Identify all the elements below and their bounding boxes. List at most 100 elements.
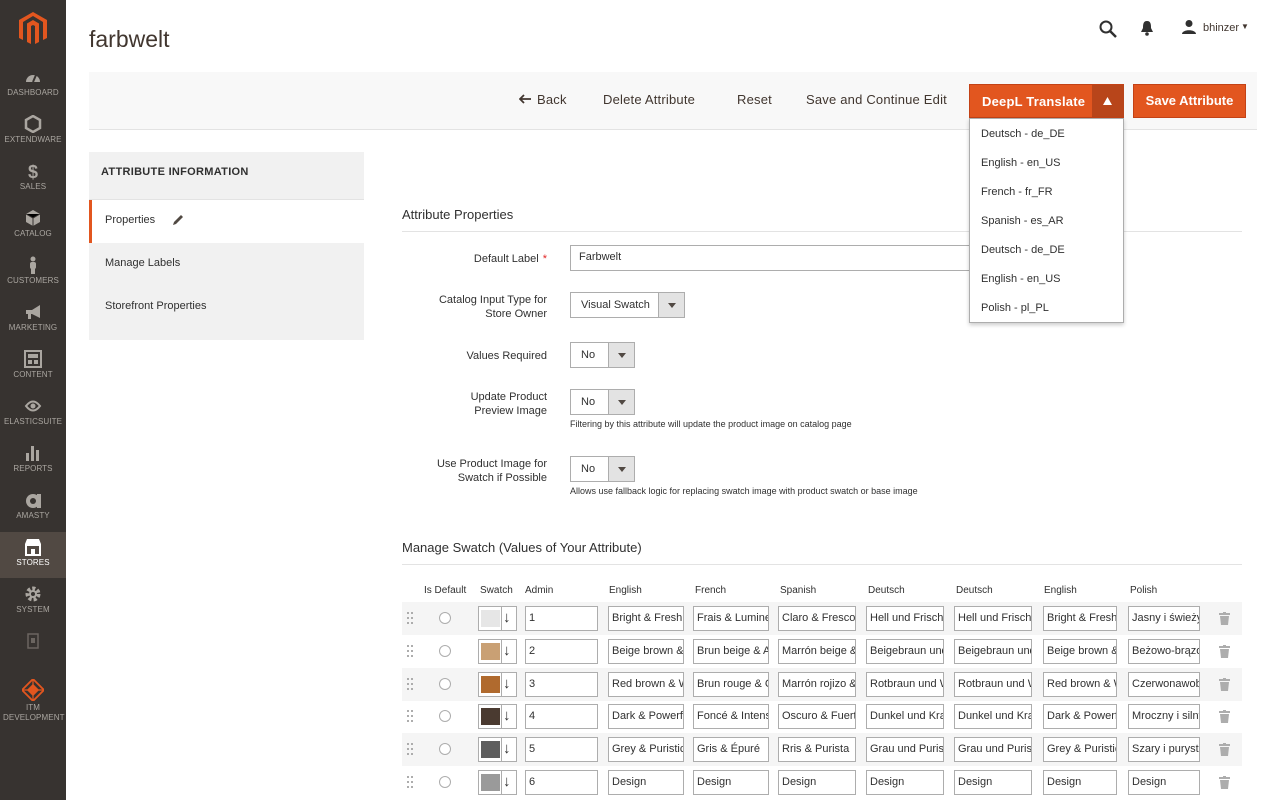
tab-manage-labels[interactable]: Manage Labels — [89, 243, 364, 286]
swatch-label-input[interactable]: Bright & Fresh — [1043, 606, 1117, 631]
nav-amasty[interactable]: Amasty — [0, 485, 66, 531]
nav-marketing[interactable]: Marketing — [0, 297, 66, 343]
swatch-label-input[interactable]: Claro & Fresco — [778, 606, 856, 631]
swatch-label-input[interactable]: Gris & Épuré — [693, 737, 769, 762]
nav-sales[interactable]: $ Sales — [0, 156, 66, 202]
tab-properties[interactable]: Properties — [89, 200, 364, 243]
swatch-label-input[interactable]: Beigebraun und — [866, 639, 944, 664]
is-default-radio[interactable] — [439, 645, 451, 657]
nav-stores[interactable]: Stores — [0, 532, 66, 578]
swatch-label-input[interactable]: Rotbraun und W — [866, 672, 944, 697]
user-name[interactable]: bhinzer — [1203, 22, 1239, 34]
swatch-label-input[interactable]: Brun rouge & C — [693, 672, 769, 697]
swatch-label-input[interactable]: Red brown & W — [608, 672, 684, 697]
menu-item-language[interactable]: English - en_US — [981, 157, 1061, 169]
swatch-label-input[interactable]: Grey & Puristic — [1043, 737, 1117, 762]
is-default-radio[interactable] — [439, 612, 451, 624]
magento-logo-icon[interactable] — [19, 12, 47, 46]
search-icon[interactable] — [1099, 20, 1117, 38]
swatch-label-input[interactable]: Design — [693, 770, 769, 795]
swatch-label-input[interactable]: Red brown & W — [1043, 672, 1117, 697]
chevron-down-icon[interactable]: ▼ — [1241, 22, 1249, 31]
swatch-label-input[interactable]: Design — [608, 770, 684, 795]
drag-handle-icon[interactable] — [407, 776, 413, 788]
menu-item-language[interactable]: French - fr_FR — [981, 186, 1053, 198]
swatch-label-input[interactable]: Dark & Powerf — [608, 704, 684, 729]
is-default-radio[interactable] — [439, 776, 451, 788]
swatch-label-input[interactable]: Marrón beige & — [778, 639, 856, 664]
swatch-label-input[interactable]: Dark & Powerf — [1043, 704, 1117, 729]
drag-handle-icon[interactable] — [407, 743, 413, 755]
swatch-label-input[interactable]: 5 — [525, 737, 598, 762]
swatch-label-input[interactable]: Dunkel und Kra — [954, 704, 1032, 729]
tab-storefront-properties[interactable]: Storefront Properties — [89, 286, 364, 329]
menu-item-language[interactable]: Deutsch - de_DE — [981, 244, 1065, 256]
swatch-picker[interactable]: ↓ — [478, 770, 517, 795]
swatch-label-input[interactable]: Design — [1043, 770, 1117, 795]
menu-item-language[interactable]: Deutsch - de_DE — [981, 128, 1065, 140]
swatch-label-input[interactable]: Czerwonawob — [1128, 672, 1200, 697]
nav-reports[interactable]: Reports — [0, 438, 66, 484]
swatch-label-input[interactable]: Marrón rojizo & — [778, 672, 856, 697]
trash-icon[interactable] — [1219, 776, 1230, 789]
update-preview-select[interactable]: No — [570, 389, 635, 415]
drag-handle-icon[interactable] — [407, 678, 413, 690]
swatch-label-input[interactable]: Foncé & Intens — [693, 704, 769, 729]
swatch-picker[interactable]: ↓ — [478, 639, 517, 664]
nav-extendware[interactable]: Extendware — [0, 109, 66, 155]
catalog-input-type-select[interactable]: Visual Swatch — [570, 292, 685, 318]
swatch-label-input[interactable]: 6 — [525, 770, 598, 795]
swatch-label-input[interactable]: Grey & Puristic — [608, 737, 684, 762]
swatch-label-input[interactable]: Beige brown & A — [608, 639, 684, 664]
back-button[interactable]: Back — [518, 92, 567, 107]
default-label-input[interactable]: Farbwelt — [570, 245, 980, 271]
reset-button[interactable]: Reset — [737, 92, 772, 107]
swatch-label-input[interactable]: Hell und Frisch — [954, 606, 1032, 631]
swatch-label-input[interactable]: Design — [866, 770, 944, 795]
nav-catalog[interactable]: Catalog — [0, 203, 66, 249]
drag-handle-icon[interactable] — [407, 612, 413, 624]
deepl-dropdown-toggle[interactable] — [1092, 85, 1124, 117]
swatch-picker[interactable]: ↓ — [478, 737, 517, 762]
swatch-label-input[interactable]: Rotbraun und W — [954, 672, 1032, 697]
is-default-radio[interactable] — [439, 710, 451, 722]
swatch-label-input[interactable]: Grau und Puris — [954, 737, 1032, 762]
deepl-translate-button[interactable]: DeepL Translate — [969, 84, 1124, 118]
trash-icon[interactable] — [1219, 645, 1230, 658]
save-attribute-button[interactable]: Save Attribute — [1133, 84, 1246, 118]
swatch-label-input[interactable]: Beigebraun und — [954, 639, 1032, 664]
nav-itm-development[interactable]: ITM Development — [0, 673, 66, 731]
swatch-label-input[interactable]: 3 — [525, 672, 598, 697]
swatch-label-input[interactable]: Mroczny i silny — [1128, 704, 1200, 729]
bell-icon[interactable] — [1140, 20, 1154, 36]
is-default-radio[interactable] — [439, 743, 451, 755]
use-product-image-select[interactable]: No — [570, 456, 635, 482]
nav-elasticsuite[interactable]: ElasticSuite — [0, 391, 66, 437]
swatch-label-input[interactable]: Dunkel und Kra — [866, 704, 944, 729]
nav-system[interactable]: System — [0, 579, 66, 625]
trash-icon[interactable] — [1219, 710, 1230, 723]
save-continue-button[interactable]: Save and Continue Edit — [806, 92, 947, 107]
swatch-label-input[interactable]: Brun beige & A — [693, 639, 769, 664]
drag-handle-icon[interactable] — [407, 710, 413, 722]
swatch-label-input[interactable]: Bright & Fresh — [608, 606, 684, 631]
swatch-label-input[interactable]: Grau und Puris — [866, 737, 944, 762]
swatch-picker[interactable]: ↓ — [478, 606, 517, 631]
swatch-label-input[interactable]: Beżowo-brązo — [1128, 639, 1200, 664]
drag-handle-icon[interactable] — [407, 645, 413, 657]
values-required-select[interactable]: No — [570, 342, 635, 368]
swatch-label-input[interactable]: Design — [778, 770, 856, 795]
delete-attribute-button[interactable]: Delete Attribute — [603, 92, 695, 107]
swatch-label-input[interactable]: Jasny i świeży — [1128, 606, 1200, 631]
swatch-label-input[interactable]: Hell und Frisch — [866, 606, 944, 631]
menu-item-language[interactable]: Spanish - es_AR — [981, 215, 1064, 227]
is-default-radio[interactable] — [439, 678, 451, 690]
menu-item-language[interactable]: English - en_US — [981, 273, 1061, 285]
nav-dashboard[interactable]: Dashboard — [0, 62, 66, 108]
trash-icon[interactable] — [1219, 612, 1230, 625]
nav-content[interactable]: Content — [0, 344, 66, 390]
swatch-label-input[interactable]: Design — [954, 770, 1032, 795]
swatch-picker[interactable]: ↓ — [478, 704, 517, 729]
swatch-label-input[interactable]: Szary i purysta — [1128, 737, 1200, 762]
swatch-label-input[interactable]: Oscuro & Fuert — [778, 704, 856, 729]
